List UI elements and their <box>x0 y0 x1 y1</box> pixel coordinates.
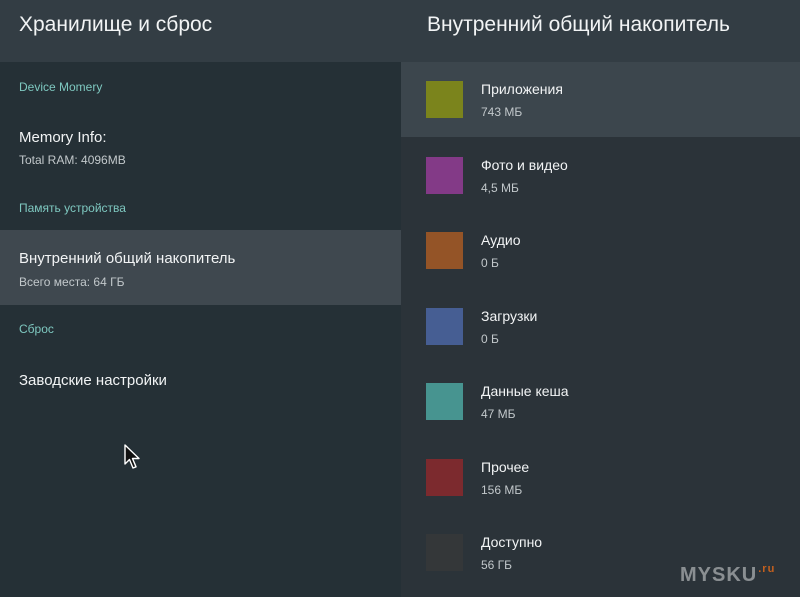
category-size: 56 ГБ <box>481 558 513 572</box>
category-color-swatch <box>426 307 463 345</box>
category-name: Приложения <box>481 81 563 97</box>
memory-info-title: Memory Info: <box>19 129 107 146</box>
section-header-reset: Сброс <box>19 322 54 336</box>
storage-category-row[interactable]: Прочее 156 МБ <box>401 440 800 515</box>
category-size: 47 МБ <box>481 407 516 421</box>
storage-detail-title: Внутренний общий накопитель <box>427 13 730 36</box>
category-color-swatch <box>426 534 463 571</box>
category-name: Данные кеша <box>481 383 569 399</box>
mouse-pointer-icon <box>124 444 140 469</box>
watermark-text: MYSKU <box>680 564 758 586</box>
category-name: Аудио <box>481 232 521 248</box>
settings-left-pane: Хранилище и сброс Device Momery Memory I… <box>0 0 401 597</box>
category-size: 4,5 МБ <box>481 180 519 195</box>
storage-category-row[interactable]: Данные кеша 47 МБ <box>401 364 800 439</box>
category-size: 0 Б <box>481 331 499 346</box>
storage-category-row[interactable]: Приложения 743 МБ <box>401 62 800 137</box>
factory-reset-title: Заводские настройки <box>19 372 167 389</box>
section-header-device-storage: Память устройства <box>19 201 126 215</box>
category-name: Прочее <box>481 458 530 475</box>
category-name: Загрузки <box>481 307 538 324</box>
factory-reset-item[interactable]: Заводские настройки <box>0 352 401 427</box>
page-title: Хранилище и сброс <box>19 13 213 36</box>
internal-storage-item[interactable]: Внутренний общий накопитель Всего места:… <box>0 230 401 305</box>
memory-info-item[interactable]: Memory Info: Total RAM: 4096MB <box>0 110 401 185</box>
storage-category-row[interactable]: Загрузки 0 Б <box>401 289 800 364</box>
watermark-suffix: .ru <box>758 563 776 575</box>
category-name: Доступно <box>481 534 543 550</box>
storage-category-row[interactable]: Фото и видео 4,5 МБ <box>401 138 800 213</box>
storage-category-row[interactable]: Аудио 0 Б <box>401 213 800 288</box>
internal-storage-title: Внутренний общий накопитель <box>19 250 236 267</box>
category-color-swatch <box>426 458 463 496</box>
watermark: MYSKU.ru <box>680 563 776 587</box>
category-color-swatch <box>426 383 463 420</box>
category-color-swatch <box>426 232 463 269</box>
category-size: 156 МБ <box>481 482 523 497</box>
section-header-device-memory: Device Momery <box>19 80 103 94</box>
category-size: 743 МБ <box>481 105 523 119</box>
memory-info-subtitle: Total RAM: 4096MB <box>19 153 126 167</box>
category-color-swatch <box>426 81 463 118</box>
category-size: 0 Б <box>481 256 499 270</box>
category-color-swatch <box>426 156 463 194</box>
left-header: Хранилище и сброс <box>0 0 401 62</box>
category-name: Фото и видео <box>481 156 568 173</box>
internal-storage-subtitle: Всего места: 64 ГБ <box>19 275 125 289</box>
right-header: Внутренний общий накопитель <box>401 0 800 62</box>
storage-detail-pane: Внутренний общий накопитель Приложения 74… <box>401 0 800 597</box>
